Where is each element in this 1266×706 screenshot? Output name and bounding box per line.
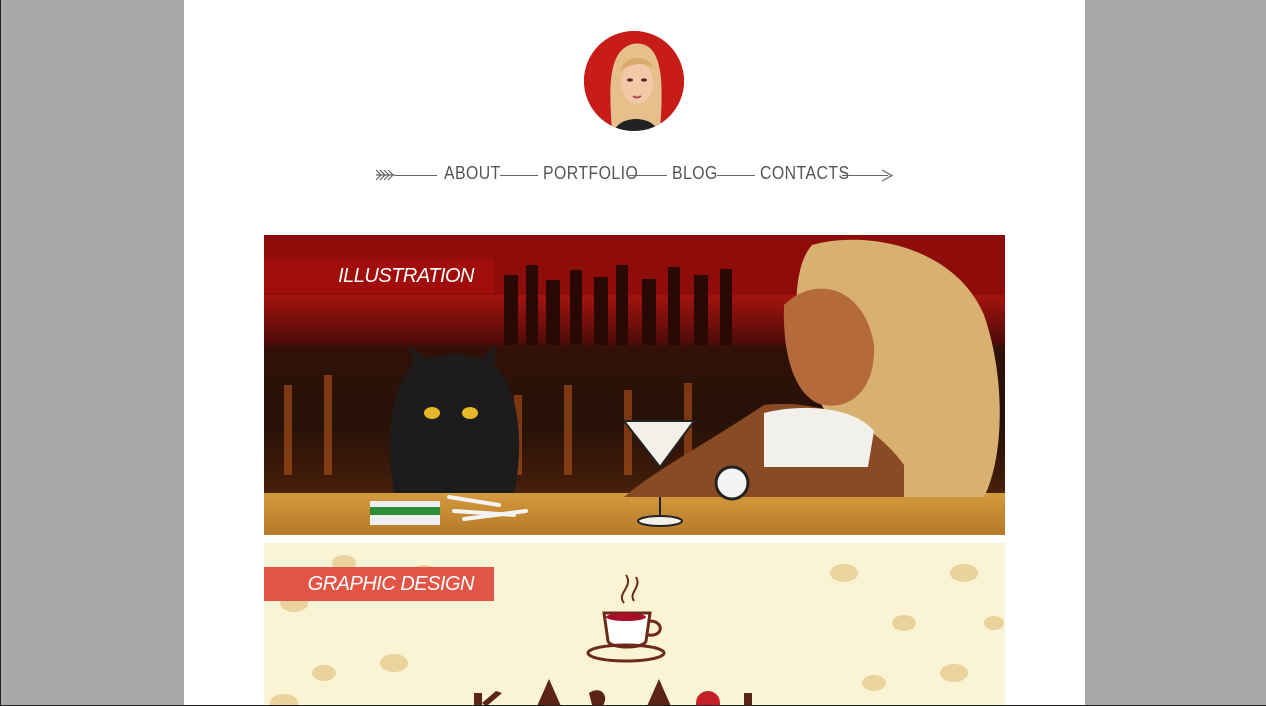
- nav-about[interactable]: ABOUT: [444, 163, 501, 184]
- nav-blog[interactable]: BLOG: [672, 163, 718, 184]
- portfolio-illustration-card[interactable]: ILLUSTRATION: [264, 235, 1005, 535]
- portfolio-graphic-design-card[interactable]: GRAPHIC DESIGN: [264, 543, 1005, 706]
- nav-portfolio[interactable]: PORTFOLIO: [543, 163, 638, 184]
- arrow-head-icon: [881, 169, 894, 182]
- avatar[interactable]: [584, 31, 684, 131]
- nav-divider: [395, 175, 437, 176]
- nav-contacts[interactable]: CONTACTS: [760, 163, 849, 184]
- nav-divider: [629, 175, 667, 176]
- category-tag-illustration[interactable]: ILLUSTRATION: [264, 259, 494, 293]
- main-nav: ABOUT PORTFOLIO BLOG CONTACTS: [375, 160, 895, 190]
- category-tag-graphic-design[interactable]: GRAPHIC DESIGN: [264, 567, 494, 601]
- nav-divider: [717, 175, 755, 176]
- nav-divider: [500, 175, 538, 176]
- page-container: ABOUT PORTFOLIO BLOG CONTACTS ILLUSTRATI…: [184, 0, 1085, 706]
- profile-photo-icon: [584, 31, 684, 131]
- arrow-tail-icon: [375, 169, 395, 181]
